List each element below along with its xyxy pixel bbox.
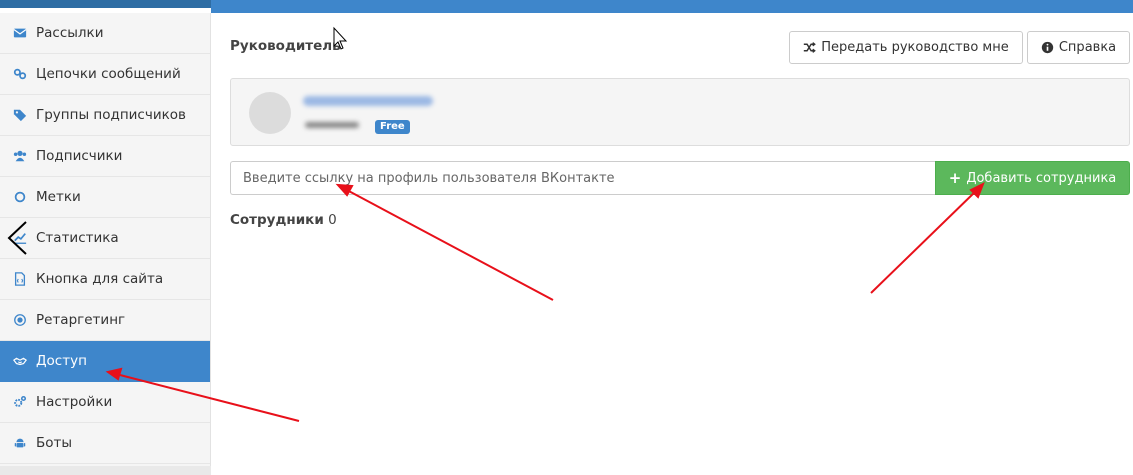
random-icon (804, 42, 817, 53)
plan-badge: Free (375, 120, 410, 134)
sidebar-item-label: Подписчики (36, 148, 123, 164)
owner-card: Free (230, 78, 1130, 146)
sidebar-item-label: Доступ (36, 353, 87, 369)
sidebar-footer (0, 466, 211, 475)
transfer-leadership-button[interactable]: Передать руководство мне (789, 31, 1023, 64)
sidebar-item-site-button[interactable]: Кнопка для сайта (0, 259, 210, 300)
android-icon (12, 435, 28, 451)
access-panel: Руководитель Передать руководство мне Сп… (230, 13, 1130, 475)
profile-url-input[interactable] (230, 161, 936, 195)
tag-icon (12, 107, 28, 123)
sidebar-item-retargeting[interactable]: Ретаргетинг (0, 300, 210, 341)
page-title: Руководитель (230, 38, 341, 54)
cogs-icon (12, 394, 28, 410)
sidebar-item-label: Метки (36, 189, 81, 205)
sidebar-item-settings[interactable]: Настройки (0, 382, 210, 423)
sidebar-item-label: Настройки (36, 394, 113, 410)
employees-count: 0 (328, 212, 337, 228)
sidebar-item-subscriber-groups[interactable]: Группы подписчиков (0, 95, 210, 136)
add-employee-button[interactable]: + Добавить сотрудника (935, 161, 1130, 195)
sidebar-item-label: Цепочки сообщений (36, 66, 181, 82)
sidebar-item-label: Группы подписчиков (36, 107, 186, 123)
file-code-icon (12, 271, 28, 287)
header-bar (211, 0, 1133, 13)
circle-icon (12, 189, 28, 205)
sidebar-item-mailings[interactable]: Рассылки (0, 13, 210, 54)
sidebar-item-label: Кнопка для сайта (36, 271, 164, 287)
sidebar-item-message-chains[interactable]: Цепочки сообщений (0, 54, 210, 95)
add-employee-label: Добавить сотрудника (966, 170, 1117, 186)
help-label: Справка (1058, 40, 1117, 55)
sidebar-item-label: Боты (36, 435, 73, 451)
sidebar-item-label: Рассылки (36, 25, 104, 41)
sidebar-item-subscribers[interactable]: Подписчики (0, 136, 210, 177)
sidebar-item-label: Статистика (36, 230, 119, 246)
employees-section: Сотрудники 0 (230, 212, 337, 228)
employees-label: Сотрудники (230, 212, 324, 228)
info-icon (1041, 41, 1054, 54)
sidebar-item-tags[interactable]: Метки (0, 177, 210, 218)
transfer-leadership-label: Передать руководство мне (821, 40, 1009, 55)
plus-icon: + (948, 169, 962, 187)
handshake-icon (12, 353, 28, 369)
owner-id-blurred (305, 122, 359, 128)
envelope-icon (12, 25, 28, 41)
owner-name-blurred (303, 96, 433, 106)
help-button[interactable]: Справка (1027, 31, 1130, 64)
sidebar: Рассылки Цепочки сообщений Группы подпис… (0, 13, 211, 475)
target-icon (12, 312, 28, 328)
sidebar-item-access[interactable]: Доступ (0, 341, 210, 382)
users-icon (12, 148, 28, 164)
sidebar-top-bar (0, 0, 211, 8)
sidebar-item-statistics[interactable]: Статистика (0, 218, 210, 259)
link-icon (12, 66, 28, 82)
avatar (249, 92, 291, 134)
sidebar-item-label: Ретаргетинг (36, 312, 126, 328)
sidebar-item-bots[interactable]: Боты (0, 423, 210, 464)
chart-line-icon (12, 230, 28, 246)
